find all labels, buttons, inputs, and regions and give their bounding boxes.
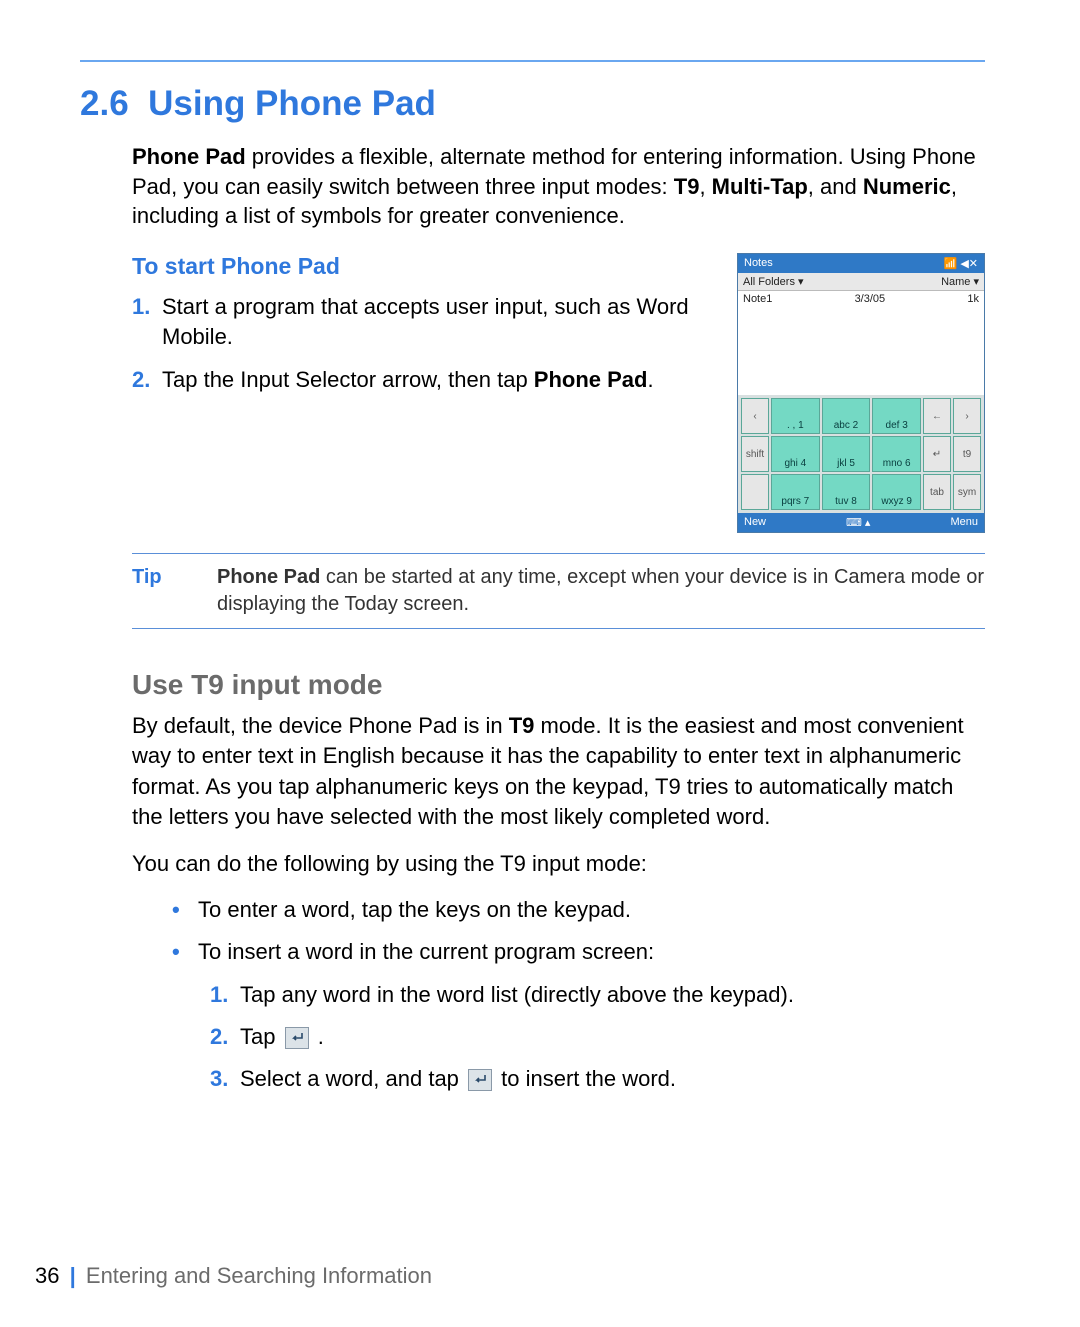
step-post: . bbox=[647, 367, 653, 392]
tip-bold: Phone Pad bbox=[217, 566, 320, 588]
key: tuv 8 bbox=[822, 474, 871, 510]
step-number: 1. bbox=[210, 980, 240, 1010]
key bbox=[741, 474, 769, 510]
step-text: Tap . bbox=[240, 1022, 324, 1052]
t9-bullet-list: •To enter a word, tap the keys on the ke… bbox=[172, 895, 985, 968]
list-item: •To enter a word, tap the keys on the ke… bbox=[172, 895, 985, 925]
key: pqrs 7 bbox=[771, 474, 820, 510]
key: mno 6 bbox=[872, 436, 921, 472]
key: . , 1 bbox=[771, 398, 820, 434]
list-item: 3. Select a word, and tap to insert the … bbox=[210, 1064, 985, 1094]
sshot-note-name: Note1 bbox=[743, 293, 772, 305]
bullet-text: To insert a word in the current program … bbox=[198, 937, 654, 967]
key: jkl 5 bbox=[822, 436, 871, 472]
step-text: Tap the Input Selector arrow, then tap P… bbox=[162, 365, 719, 395]
t9-b1: T9 bbox=[509, 713, 535, 738]
key: shift bbox=[741, 436, 769, 472]
intro-bold-4: Numeric bbox=[863, 174, 951, 199]
step-number: 2. bbox=[132, 365, 162, 395]
step-number: 3. bbox=[210, 1064, 240, 1094]
list-item: •To insert a word in the current program… bbox=[172, 937, 985, 967]
start-steps-list: 1. Start a program that accepts user inp… bbox=[132, 292, 719, 395]
bullet-text: To enter a word, tap the keys on the key… bbox=[198, 895, 631, 925]
section-heading: 2.6 Using Phone Pad bbox=[80, 84, 985, 124]
intro-bold-3: Multi-Tap bbox=[712, 174, 808, 199]
sshot-status-icons: 📶 ◀✕ bbox=[944, 257, 978, 270]
page-number: 36 bbox=[35, 1263, 59, 1288]
enter-icon bbox=[468, 1069, 492, 1091]
key: sym bbox=[953, 474, 981, 510]
intro-bold-1: Phone Pad bbox=[132, 144, 246, 169]
divider bbox=[132, 553, 985, 554]
step-post: to insert the word. bbox=[495, 1066, 676, 1091]
step-pre: Tap bbox=[240, 1024, 282, 1049]
key: tab bbox=[923, 474, 951, 510]
intro-text-2: , bbox=[699, 174, 711, 199]
intro-bold-2: T9 bbox=[674, 174, 700, 199]
sshot-note-size: 1k bbox=[967, 293, 979, 305]
sshot-foot-left: New bbox=[744, 516, 766, 529]
sshot-sort: Name ▾ bbox=[941, 275, 979, 288]
sshot-title: Notes bbox=[744, 257, 773, 270]
key: ← bbox=[923, 398, 951, 434]
divider bbox=[132, 628, 985, 629]
tip-text: Phone Pad can be started at any time, ex… bbox=[217, 564, 985, 618]
start-heading: To start Phone Pad bbox=[132, 253, 719, 280]
step-text: Select a word, and tap to insert the wor… bbox=[240, 1064, 676, 1094]
intro-text-3: , and bbox=[808, 174, 863, 199]
list-item: 1. Start a program that accepts user inp… bbox=[132, 292, 719, 351]
step-bold: Phone Pad bbox=[534, 367, 648, 392]
step-pre: Tap the Input Selector arrow, then tap bbox=[162, 367, 534, 392]
sshot-blank bbox=[738, 307, 984, 395]
key: ‹ bbox=[741, 398, 769, 434]
sshot-note-date: 3/3/05 bbox=[855, 293, 886, 305]
top-rule bbox=[80, 60, 985, 62]
chapter-name: Entering and Searching Information bbox=[86, 1263, 432, 1288]
sshot-folders: All Folders ▾ bbox=[743, 275, 804, 288]
step-number: 2. bbox=[210, 1022, 240, 1052]
section-title: Using Phone Pad bbox=[148, 84, 436, 123]
key: ↵ bbox=[923, 436, 951, 472]
page-footer: 36 | Entering and Searching Information bbox=[35, 1263, 432, 1289]
key: t9 bbox=[953, 436, 981, 472]
sshot-keypad: ‹ . , 1 abc 2 def 3 ← › shift ghi 4 jkl … bbox=[738, 395, 984, 513]
tip-label: Tip bbox=[132, 564, 187, 618]
step-text: Tap any word in the word list (directly … bbox=[240, 980, 794, 1010]
key: wxyz 9 bbox=[872, 474, 921, 510]
intro-paragraph: Phone Pad provides a flexible, alternate… bbox=[132, 142, 985, 231]
key: def 3 bbox=[872, 398, 921, 434]
list-item: 1. Tap any word in the word list (direct… bbox=[210, 980, 985, 1010]
step-post: . bbox=[312, 1024, 324, 1049]
step-text: Start a program that accepts user input,… bbox=[162, 292, 719, 351]
key: › bbox=[953, 398, 981, 434]
step-pre: Select a word, and tap bbox=[240, 1066, 465, 1091]
bullet-icon: • bbox=[172, 937, 198, 967]
device-screenshot: Notes 📶 ◀✕ All Folders ▾ Name ▾ Note1 3/3/0… bbox=[737, 253, 985, 533]
enter-icon bbox=[285, 1027, 309, 1049]
t9-heading: Use T9 input mode bbox=[132, 669, 985, 701]
tip-row: Tip Phone Pad can be started at any time… bbox=[132, 564, 985, 618]
key: ghi 4 bbox=[771, 436, 820, 472]
t9-paragraph: By default, the device Phone Pad is in T… bbox=[132, 711, 985, 832]
bullet-icon: • bbox=[172, 895, 198, 925]
list-item: 2. Tap the Input Selector arrow, then ta… bbox=[132, 365, 719, 395]
footer-separator: | bbox=[70, 1263, 76, 1288]
sshot-foot-right: Menu bbox=[950, 516, 978, 529]
section-number: 2.6 bbox=[80, 84, 129, 123]
sshot-foot-mid: ⌨ ▴ bbox=[846, 516, 870, 529]
list-item: 2. Tap . bbox=[210, 1022, 985, 1052]
t9-lead: You can do the following by using the T9… bbox=[132, 849, 985, 879]
t9-sub-steps: 1. Tap any word in the word list (direct… bbox=[210, 980, 985, 1095]
t9-t1: By default, the device Phone Pad is in bbox=[132, 713, 509, 738]
tip-body: can be started at any time, except when … bbox=[217, 566, 984, 615]
key: abc 2 bbox=[822, 398, 871, 434]
step-number: 1. bbox=[132, 292, 162, 351]
